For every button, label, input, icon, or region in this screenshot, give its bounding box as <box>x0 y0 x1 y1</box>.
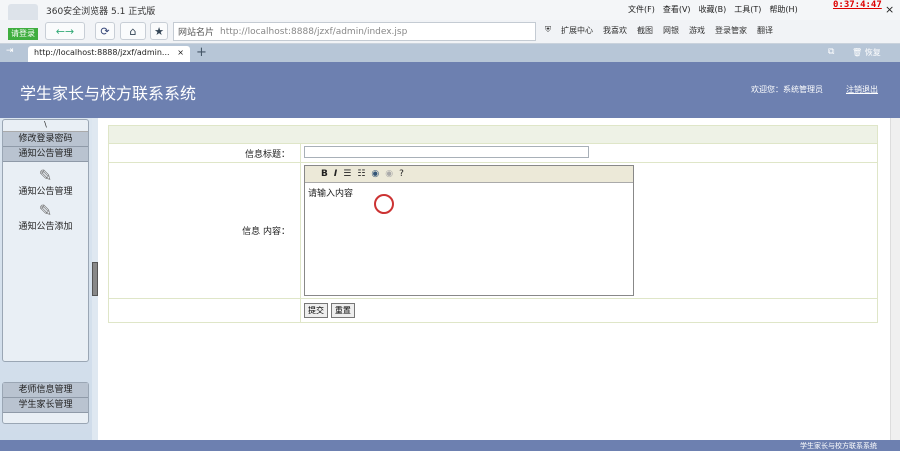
back-forward-button[interactable]: ←→ <box>45 22 85 40</box>
address-bar[interactable]: 网站名片 http://localhost:8888/jzxf/admin/in… <box>173 22 536 41</box>
submit-button[interactable]: 提交 <box>304 303 328 318</box>
content-label: 信息 内容： <box>108 162 301 299</box>
star-icon[interactable]: ★ <box>150 22 168 40</box>
form-header-row <box>108 125 878 144</box>
app-header: 学生家长与校方联系系统 欢迎您：系统管理员 注销退出 <box>0 62 900 118</box>
sidebar-item-parent-management[interactable]: 学生家长管理 <box>3 398 88 413</box>
sidebar-panel-bottom: 老师信息管理 学生家长管理 <box>2 382 89 424</box>
toolbar-extensions[interactable]: 扩展中心 <box>561 25 593 36</box>
help-icon[interactable]: ? <box>399 169 404 179</box>
info-form: 信息标题： 信息 内容： BI ☰ ☷ ◉ ◉ ? 请输入内容 提交 重置 <box>108 125 878 323</box>
menu-tools[interactable]: 工具(T) <box>734 4 761 15</box>
sidebar-item-teacher-management[interactable]: 老师信息管理 <box>3 383 88 398</box>
editor-toolbar: BI ☰ ☷ ◉ ◉ ? <box>305 166 633 183</box>
scrollbar[interactable] <box>890 118 900 440</box>
toolbar-login-manager[interactable]: 登录管家 <box>715 25 747 36</box>
toolbar-games[interactable]: 游戏 <box>689 25 705 36</box>
menu-favorites[interactable]: 收藏(B) <box>699 4 727 15</box>
sidebar-panel-top: \ 修改登录密码 通知公告管理 ✎ 通知公告管理 ✎ 通知公告添加 <box>2 119 89 362</box>
title-input[interactable] <box>304 146 589 159</box>
ordered-list-icon[interactable]: ☰ <box>343 169 351 179</box>
footer-text: 学生家长与校方联系系统 <box>800 442 877 450</box>
main-content: 信息标题： 信息 内容： BI ☰ ☷ ◉ ◉ ? 请输入内容 提交 重置 <box>98 118 890 440</box>
rich-text-editor: BI ☰ ☷ ◉ ◉ ? 请输入内容 <box>304 165 634 296</box>
sidebar-marker: \ <box>3 120 88 132</box>
login-button[interactable]: 请登录 <box>8 28 38 40</box>
tab-label: http://localhost:8888/jzxf/admin... <box>34 48 170 57</box>
browser-titlebar: 请登录 360安全浏览器 5.1 正式版 文件(F) 查看(V) 收藏(B) 工… <box>0 0 900 40</box>
bold-icon[interactable]: B <box>321 169 328 179</box>
menu-view[interactable]: 查看(V) <box>663 4 691 15</box>
window-icon[interactable]: ⧉ <box>828 47 834 57</box>
restore-button[interactable]: 🗑 恢复 <box>852 47 881 58</box>
pen-icon: ✎ <box>38 201 53 220</box>
refresh-icon[interactable]: ⟳ <box>95 22 115 40</box>
italic-icon[interactable]: I <box>334 169 337 179</box>
browser-toolbar: ←→ ⟳ ⌂ ★ 网站名片 http://localhost:8888/jzxf… <box>0 20 900 44</box>
close-icon[interactable]: × <box>885 3 894 16</box>
reset-button[interactable]: 重置 <box>330 303 355 318</box>
browser-title: 360安全浏览器 5.1 正式版 <box>46 7 156 17</box>
unordered-list-icon[interactable]: ☷ <box>357 169 365 179</box>
content-textarea[interactable]: 请输入内容 <box>305 183 633 295</box>
clock-overlay: 0:37:4:47 <box>833 0 882 10</box>
home-icon[interactable]: ⌂ <box>120 22 146 40</box>
toolbar-banking[interactable]: 网银 <box>663 25 679 36</box>
title-label: 信息标题： <box>108 143 301 163</box>
menu-file[interactable]: 文件(F) <box>628 4 655 15</box>
sidebar-item-notice-management[interactable]: 通知公告管理 <box>3 147 88 162</box>
unlink-icon[interactable]: ◉ <box>385 169 393 179</box>
tab-bar: ⇥ http://localhost:8888/jzxf/admin... × +… <box>0 44 900 62</box>
sidebar: \ 修改登录密码 通知公告管理 ✎ 通知公告管理 ✎ 通知公告添加 老师信息管理 学… <box>0 118 92 440</box>
pen-icon: ✎ <box>38 166 53 185</box>
sidebar-link-notice-manage[interactable]: ✎ 通知公告管理 <box>3 166 88 198</box>
menu-help[interactable]: 帮助(H) <box>769 4 797 15</box>
tab-close-icon[interactable]: × <box>177 48 184 60</box>
toolbar-translate[interactable]: 翻译 <box>757 25 773 36</box>
security-shield-icon[interactable]: ⛨ <box>545 25 551 36</box>
link-icon[interactable]: ◉ <box>371 169 379 179</box>
sidebar-item-change-password[interactable]: 修改登录密码 <box>3 132 88 147</box>
app-title: 学生家长与校方联系系统 <box>20 84 197 103</box>
logout-link[interactable]: 注销退出 <box>846 84 878 95</box>
toolbar-like[interactable]: 我喜欢 <box>603 25 627 36</box>
new-tab-icon[interactable]: + <box>196 45 207 60</box>
welcome-text: 欢迎您：系统管理员 <box>751 85 823 94</box>
cursor-highlight <box>373 193 394 214</box>
app-footer: 学生家长与校方联系系统 <box>0 440 900 451</box>
toolbar-screenshot[interactable]: 截图 <box>637 25 653 36</box>
sidebar-toggle-icon[interactable]: ⇥ <box>6 46 14 56</box>
url-input[interactable]: http://localhost:8888/jzxf/admin/index.j… <box>220 27 407 37</box>
site-card-button[interactable]: 网站名片 <box>178 25 214 38</box>
sidebar-link-notice-add[interactable]: ✎ 通知公告添加 <box>3 201 88 233</box>
tab-active[interactable]: http://localhost:8888/jzxf/admin... × <box>28 46 190 62</box>
